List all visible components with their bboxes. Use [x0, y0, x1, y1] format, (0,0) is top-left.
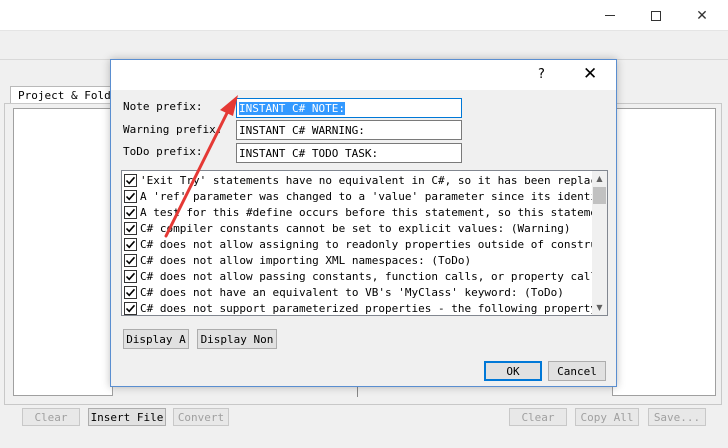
checkmark-icon: [125, 208, 136, 216]
list-item-label: C# does not support parameterized proper…: [140, 301, 594, 315]
list-item-label: A 'ref' parameter was changed to a 'valu…: [140, 189, 594, 203]
minimize-icon: [605, 15, 615, 16]
checkbox[interactable]: [124, 285, 137, 299]
maximize-icon: [651, 10, 661, 21]
insert-file-button[interactable]: Insert File: [88, 408, 166, 426]
checkbox[interactable]: [124, 269, 137, 283]
list-item[interactable]: C# does not have an equivalent to VB's '…: [124, 284, 594, 300]
main-titlebar: ✕: [0, 0, 728, 31]
clear-right-button[interactable]: Clear: [509, 408, 567, 426]
warning-prefix-value: INSTANT C# WARNING:: [239, 124, 365, 137]
list-item[interactable]: 'Exit Try' statements have no equivalent…: [124, 172, 594, 188]
display-none-button[interactable]: Display Non: [197, 329, 277, 349]
note-prefix-label: Note prefix:: [123, 100, 203, 113]
dialog-close-icon[interactable]: ✕: [583, 64, 597, 84]
output-editor[interactable]: [612, 108, 716, 396]
list-item[interactable]: C# does not allow importing XML namespac…: [124, 252, 594, 268]
list-item[interactable]: C# does not allow passing constants, fun…: [124, 268, 594, 284]
list-item[interactable]: C# does not support parameterized proper…: [124, 300, 594, 315]
checkbox[interactable]: [124, 205, 137, 219]
list-item-label: C# does not have an equivalent to VB's '…: [140, 285, 564, 299]
checkbox[interactable]: [124, 173, 137, 187]
cancel-button[interactable]: Cancel: [548, 361, 606, 381]
list-item[interactable]: A 'ref' parameter was changed to a 'valu…: [124, 188, 594, 204]
help-icon[interactable]: ?: [538, 67, 545, 82]
checkmark-icon: [125, 192, 136, 200]
convert-button[interactable]: Convert: [173, 408, 229, 426]
checkmark-icon: [125, 240, 136, 248]
display-all-button[interactable]: Display A: [123, 329, 189, 349]
list-item-label: C# compiler constants cannot be set to e…: [140, 221, 571, 235]
scroll-up-icon[interactable]: ▲: [592, 171, 607, 186]
warning-prefix-label: Warning prefix:: [123, 123, 223, 136]
todo-prefix-label: ToDo prefix:: [123, 145, 203, 158]
source-editor[interactable]: [13, 108, 113, 396]
scroll-down-icon[interactable]: ▼: [592, 300, 607, 315]
scroll-thumb[interactable]: [593, 187, 606, 204]
vertical-scrollbar[interactable]: ▲ ▼: [592, 171, 607, 315]
close-icon: ✕: [696, 7, 708, 24]
list-item[interactable]: C# does not allow assigning to readonly …: [124, 236, 594, 252]
checkmark-icon: [125, 288, 136, 296]
checkbox[interactable]: [124, 253, 137, 267]
maximize-button[interactable]: [633, 0, 679, 31]
dialog-titlebar: ? ✕: [111, 60, 616, 90]
checkmark-icon: [125, 224, 136, 232]
todo-prefix-input[interactable]: INSTANT C# TODO TASK:: [236, 143, 462, 163]
minimize-button[interactable]: [587, 0, 633, 31]
list-item-label: C# does not allow assigning to readonly …: [140, 237, 594, 251]
close-window-button[interactable]: ✕: [679, 0, 725, 31]
list-item-label: C# does not allow passing constants, fun…: [140, 269, 594, 283]
comment-prefix-dialog: ? ✕ Note prefix: INSTANT C# NOTE: Warnin…: [110, 59, 617, 387]
list-item[interactable]: C# compiler constants cannot be set to e…: [124, 220, 594, 236]
checkmark-icon: [125, 256, 136, 264]
save-button[interactable]: Save...: [648, 408, 706, 426]
note-prefix-input[interactable]: INSTANT C# NOTE:: [236, 98, 462, 118]
todo-prefix-value: INSTANT C# TODO TASK:: [239, 147, 379, 160]
list-item-label: C# does not allow importing XML namespac…: [140, 253, 472, 267]
clear-left-button[interactable]: Clear: [22, 408, 80, 426]
checkmark-icon: [125, 176, 136, 184]
checkbox[interactable]: [124, 189, 137, 203]
checkmark-icon: [125, 304, 136, 312]
checkbox[interactable]: [124, 237, 137, 251]
checkbox[interactable]: [124, 221, 137, 235]
note-prefix-value: INSTANT C# NOTE:: [239, 102, 345, 115]
copy-all-button[interactable]: Copy All: [575, 408, 639, 426]
toolbar-strip: [0, 31, 728, 61]
checkbox[interactable]: [124, 301, 137, 315]
warning-prefix-input[interactable]: INSTANT C# WARNING:: [236, 120, 462, 140]
comment-type-list[interactable]: 'Exit Try' statements have no equivalent…: [121, 170, 608, 316]
list-item-label: 'Exit Try' statements have no equivalent…: [140, 173, 594, 187]
list-item-label: A test for this #define occurs before th…: [140, 205, 594, 219]
checkmark-icon: [125, 272, 136, 280]
list-item[interactable]: A test for this #define occurs before th…: [124, 204, 594, 220]
ok-button[interactable]: OK: [484, 361, 542, 381]
